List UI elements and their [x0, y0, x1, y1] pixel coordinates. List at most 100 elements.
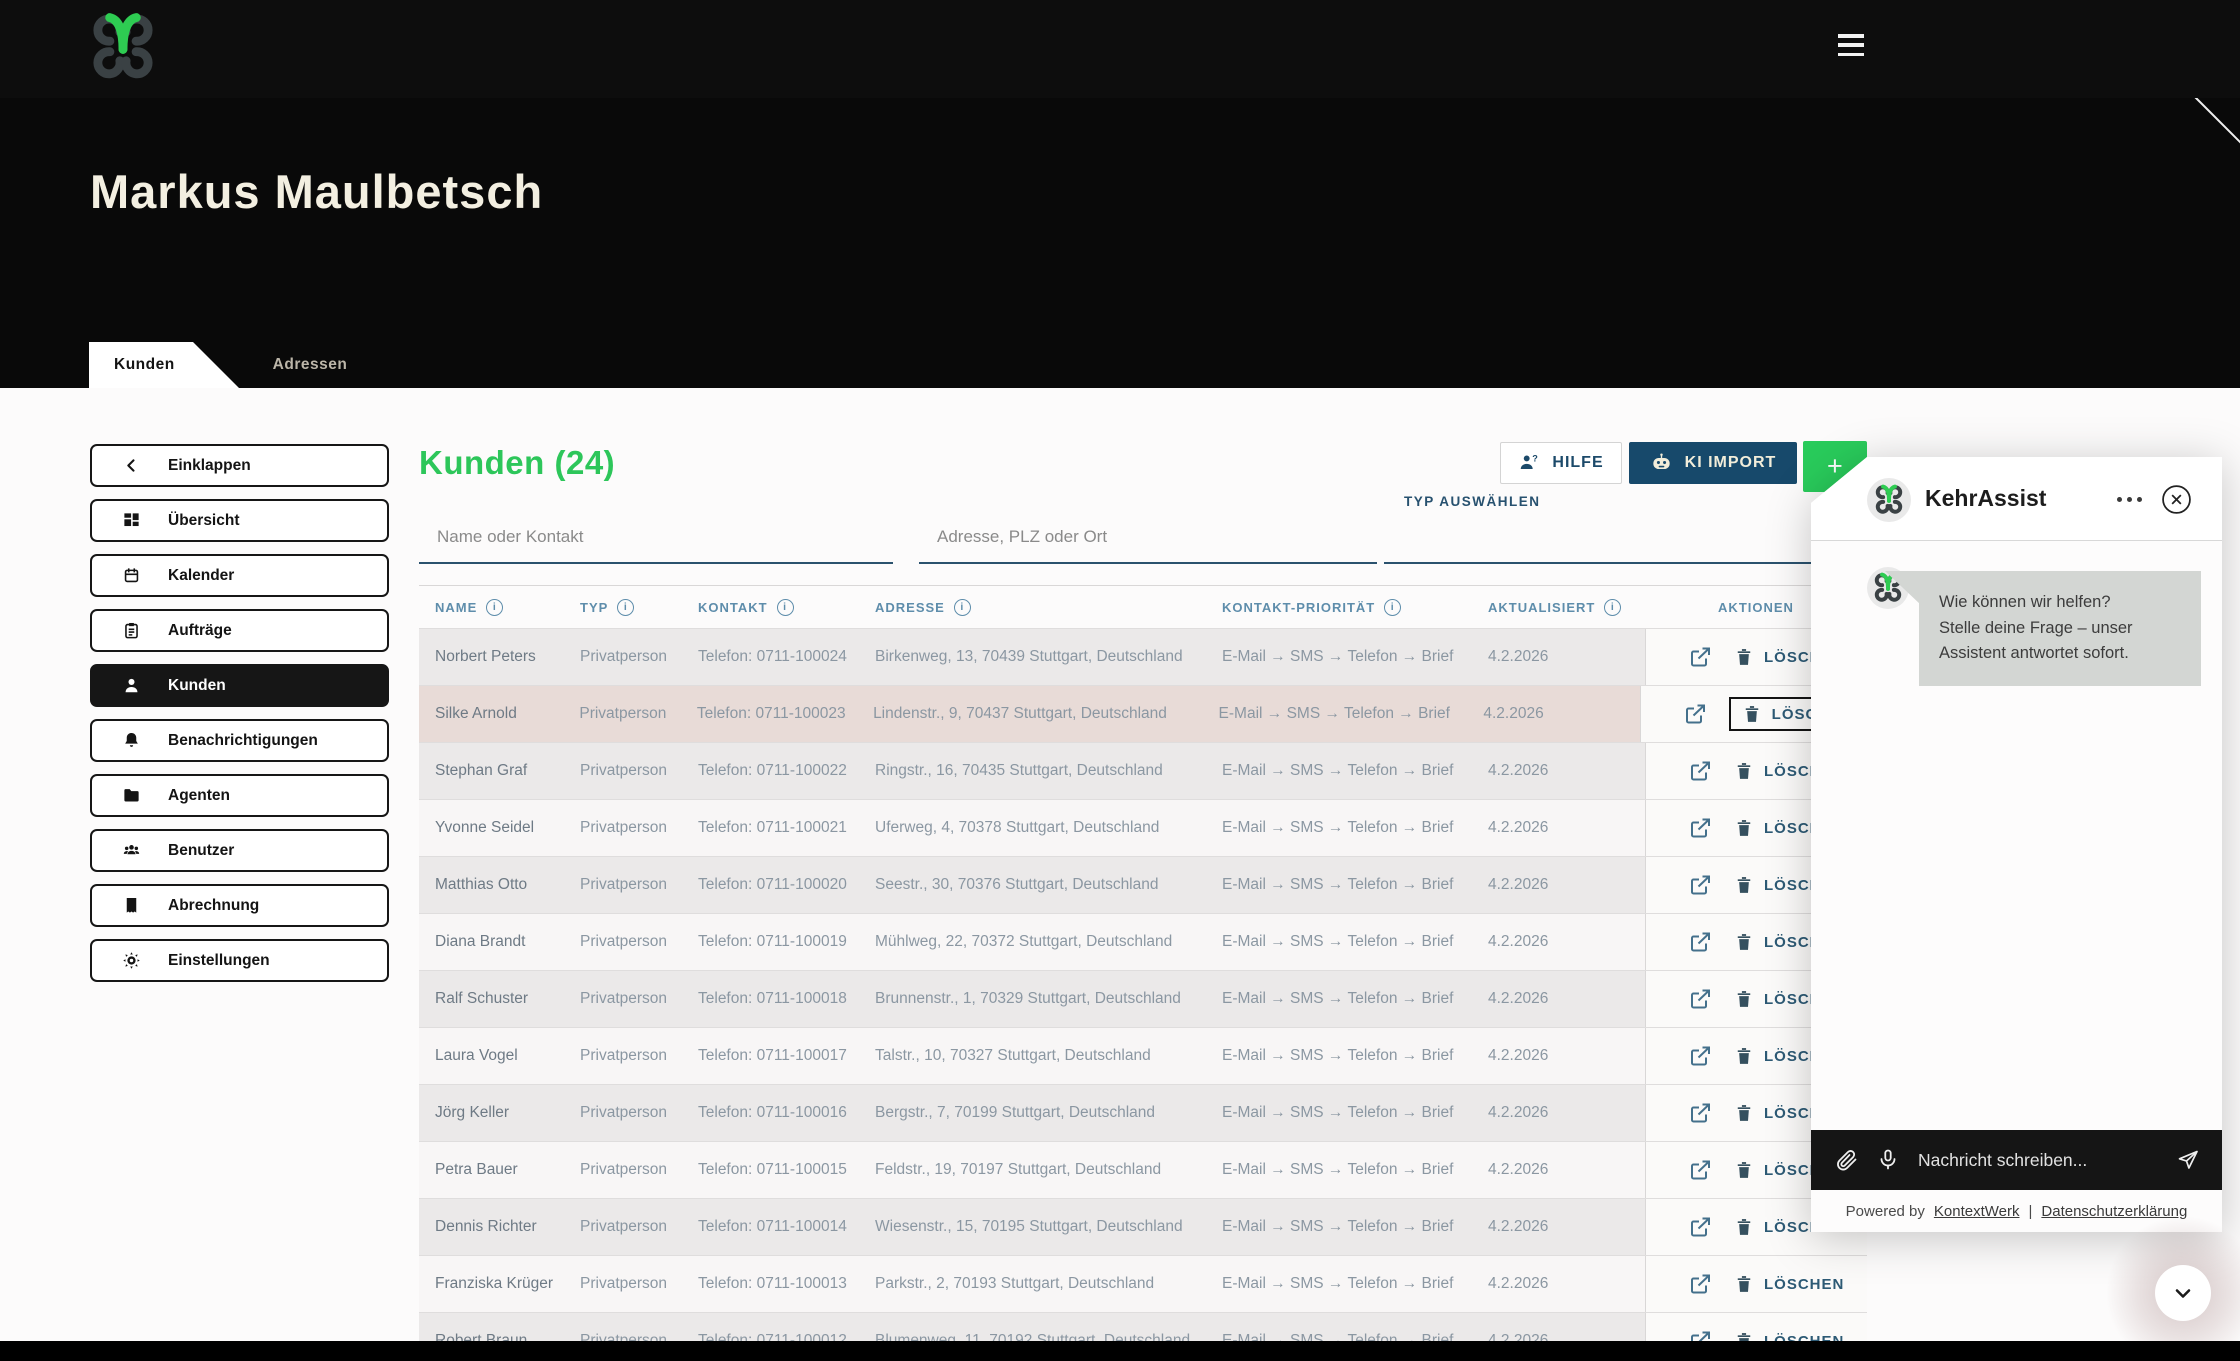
- sidebar-item-auftraege[interactable]: Aufträge: [90, 609, 389, 652]
- dashboard-icon: [122, 511, 141, 530]
- cell-prioritaet: E-Mail → SMS → Telefon → Brief: [1222, 762, 1488, 780]
- cell-typ: Privatperson: [580, 1161, 698, 1179]
- table-row[interactable]: Laura Vogel Privatperson Telefon: 0711-1…: [419, 1027, 1867, 1084]
- info-icon[interactable]: i: [1384, 599, 1401, 616]
- cell-prioritaet: E-Mail → SMS → Telefon → Brief: [1222, 1047, 1488, 1065]
- sidebar-item-benutzer[interactable]: Benutzer: [90, 829, 389, 872]
- cell-aktualisiert: 4.2.2026: [1488, 1161, 1645, 1179]
- cell-aktualisiert: 4.2.2026: [1483, 705, 1639, 723]
- cell-prioritaet: E-Mail → SMS → Telefon → Brief: [1222, 1104, 1488, 1122]
- cell-typ: Privatperson: [580, 1218, 698, 1236]
- cell-name: Diana Brandt: [435, 933, 580, 951]
- cell-prioritaet: E-Mail → SMS → Telefon → Brief: [1222, 1218, 1488, 1236]
- cell-typ: Privatperson: [580, 1047, 698, 1065]
- chat-message-input[interactable]: [1918, 1150, 2168, 1171]
- col-adresse[interactable]: ADRESSEi: [875, 599, 1222, 616]
- sidebar-item-kunden[interactable]: Kunden: [90, 664, 389, 707]
- cell-kontakt: Telefon: 0711-100016: [698, 1104, 875, 1122]
- col-name[interactable]: NAMEi: [435, 599, 580, 616]
- trash-icon: [1734, 647, 1754, 667]
- cell-prioritaet: E-Mail → SMS → Telefon → Brief: [1222, 933, 1488, 951]
- table-row[interactable]: Ralf Schuster Privatperson Telefon: 0711…: [419, 970, 1867, 1027]
- info-icon[interactable]: i: [486, 599, 503, 616]
- chat-close-icon[interactable]: [2161, 484, 2192, 515]
- table-header: NAMEi TYPi KONTAKTi ADRESSEi KONTAKT-PRI…: [419, 585, 1867, 628]
- col-kontakt[interactable]: KONTAKTi: [698, 599, 875, 616]
- info-icon[interactable]: i: [1604, 599, 1621, 616]
- search-address-input[interactable]: [919, 518, 1377, 564]
- cell-kontakt: Telefon: 0711-100013: [698, 1275, 875, 1293]
- cell-prioritaet: E-Mail → SMS → Telefon → Brief: [1222, 990, 1488, 1008]
- open-customer-icon[interactable]: [1683, 702, 1707, 726]
- open-customer-icon[interactable]: [1688, 987, 1712, 1011]
- sidebar-item-kalender[interactable]: Kalender: [90, 554, 389, 597]
- sidebar-item-uebersicht[interactable]: Übersicht: [90, 499, 389, 542]
- open-customer-icon[interactable]: [1688, 1158, 1712, 1182]
- open-customer-icon[interactable]: [1688, 1044, 1712, 1068]
- chat-title: KehrAssist: [1925, 485, 2046, 512]
- open-customer-icon[interactable]: [1688, 1101, 1712, 1125]
- table-row[interactable]: Silke Arnold Privatperson Telefon: 0711-…: [419, 685, 1867, 742]
- cell-kontakt: Telefon: 0711-100019: [698, 933, 875, 951]
- sidebar-item-benachrichtigungen[interactable]: Benachrichtigungen: [90, 719, 389, 762]
- send-icon[interactable]: [2176, 1148, 2200, 1172]
- table-row[interactable]: Matthias Otto Privatperson Telefon: 0711…: [419, 856, 1867, 913]
- sidebar-item-agenten[interactable]: Agenten: [90, 774, 389, 817]
- cell-aktualisiert: 4.2.2026: [1488, 762, 1645, 780]
- cell-typ: Privatperson: [580, 1275, 698, 1293]
- cell-name: Jörg Keller: [435, 1104, 580, 1122]
- open-customer-icon[interactable]: [1688, 759, 1712, 783]
- table-row[interactable]: Diana Brandt Privatperson Telefon: 0711-…: [419, 913, 1867, 970]
- open-customer-icon[interactable]: [1688, 1272, 1712, 1296]
- col-typ[interactable]: TYPi: [580, 599, 698, 616]
- type-select[interactable]: [1384, 518, 1862, 564]
- open-customer-icon[interactable]: [1688, 930, 1712, 954]
- person-icon: [122, 676, 141, 695]
- info-icon[interactable]: i: [777, 599, 794, 616]
- app-root: Markus Maulbetsch Kunden Adressen Einkla…: [0, 0, 2240, 1361]
- page-title: Markus Maulbetsch: [90, 164, 543, 219]
- sidebar-item-einklappen[interactable]: Einklappen: [90, 444, 389, 487]
- info-icon[interactable]: i: [617, 599, 634, 616]
- open-customer-icon[interactable]: [1688, 1215, 1712, 1239]
- col-kontakt-prioritaet[interactable]: KONTAKT-PRIORITÄTi: [1222, 599, 1488, 616]
- cell-name: Ralf Schuster: [435, 990, 580, 1008]
- open-customer-icon[interactable]: [1688, 816, 1712, 840]
- info-icon[interactable]: i: [954, 599, 971, 616]
- delete-label: LÖSCHEN: [1764, 1276, 1844, 1293]
- hamburger-menu-icon[interactable]: [1838, 34, 1864, 56]
- table-row[interactable]: Stephan Graf Privatperson Telefon: 0711-…: [419, 742, 1867, 799]
- cell-typ: Privatperson: [580, 990, 698, 1008]
- table-row[interactable]: Franziska Krüger Privatperson Telefon: 0…: [419, 1255, 1867, 1312]
- calendar-icon: [122, 566, 141, 585]
- sidebar-item-einstellungen[interactable]: Einstellungen: [90, 939, 389, 982]
- cell-aktualisiert: 4.2.2026: [1488, 933, 1645, 951]
- scroll-down-button[interactable]: [2155, 1265, 2211, 1321]
- delete-button[interactable]: LÖSCHEN: [1734, 1274, 1844, 1294]
- cell-prioritaet: E-Mail → SMS → Telefon → Brief: [1219, 705, 1484, 723]
- sidebar-item-abrechnung[interactable]: Abrechnung: [90, 884, 389, 927]
- privacy-link[interactable]: Datenschutzerklärung: [2041, 1203, 2187, 1220]
- ki-import-button[interactable]: KI IMPORT: [1629, 442, 1797, 484]
- table-row[interactable]: Norbert Peters Privatperson Telefon: 071…: [419, 628, 1867, 685]
- cell-prioritaet: E-Mail → SMS → Telefon → Brief: [1222, 648, 1488, 666]
- table-row[interactable]: Jörg Keller Privatperson Telefon: 0711-1…: [419, 1084, 1867, 1141]
- tab-kunden[interactable]: Kunden: [89, 342, 239, 388]
- table-row[interactable]: Dennis Richter Privatperson Telefon: 071…: [419, 1198, 1867, 1255]
- tab-adressen[interactable]: Adressen: [250, 342, 370, 388]
- cell-adresse: Wiesenstr., 15, 70195 Stuttgart, Deutsch…: [875, 1218, 1222, 1236]
- open-customer-icon[interactable]: [1688, 873, 1712, 897]
- col-aktualisiert[interactable]: AKTUALISIERTi: [1488, 599, 1645, 616]
- help-button[interactable]: ? HILFE: [1500, 442, 1622, 484]
- search-name-input[interactable]: [419, 518, 893, 564]
- open-customer-icon[interactable]: [1688, 645, 1712, 669]
- table-row[interactable]: Yvonne Seidel Privatperson Telefon: 0711…: [419, 799, 1867, 856]
- chat-more-options-icon[interactable]: [2117, 497, 2142, 502]
- table-row[interactable]: Petra Bauer Privatperson Telefon: 0711-1…: [419, 1141, 1867, 1198]
- cell-aktualisiert: 4.2.2026: [1488, 990, 1645, 1008]
- microphone-icon[interactable]: [1876, 1148, 1900, 1172]
- bottom-bar: [0, 1341, 2240, 1361]
- type-select-label: TYP AUSWÄHLEN: [1404, 494, 1541, 509]
- kontextwerk-link[interactable]: KontextWerk: [1934, 1203, 2020, 1220]
- attachment-icon[interactable]: [1835, 1148, 1859, 1172]
